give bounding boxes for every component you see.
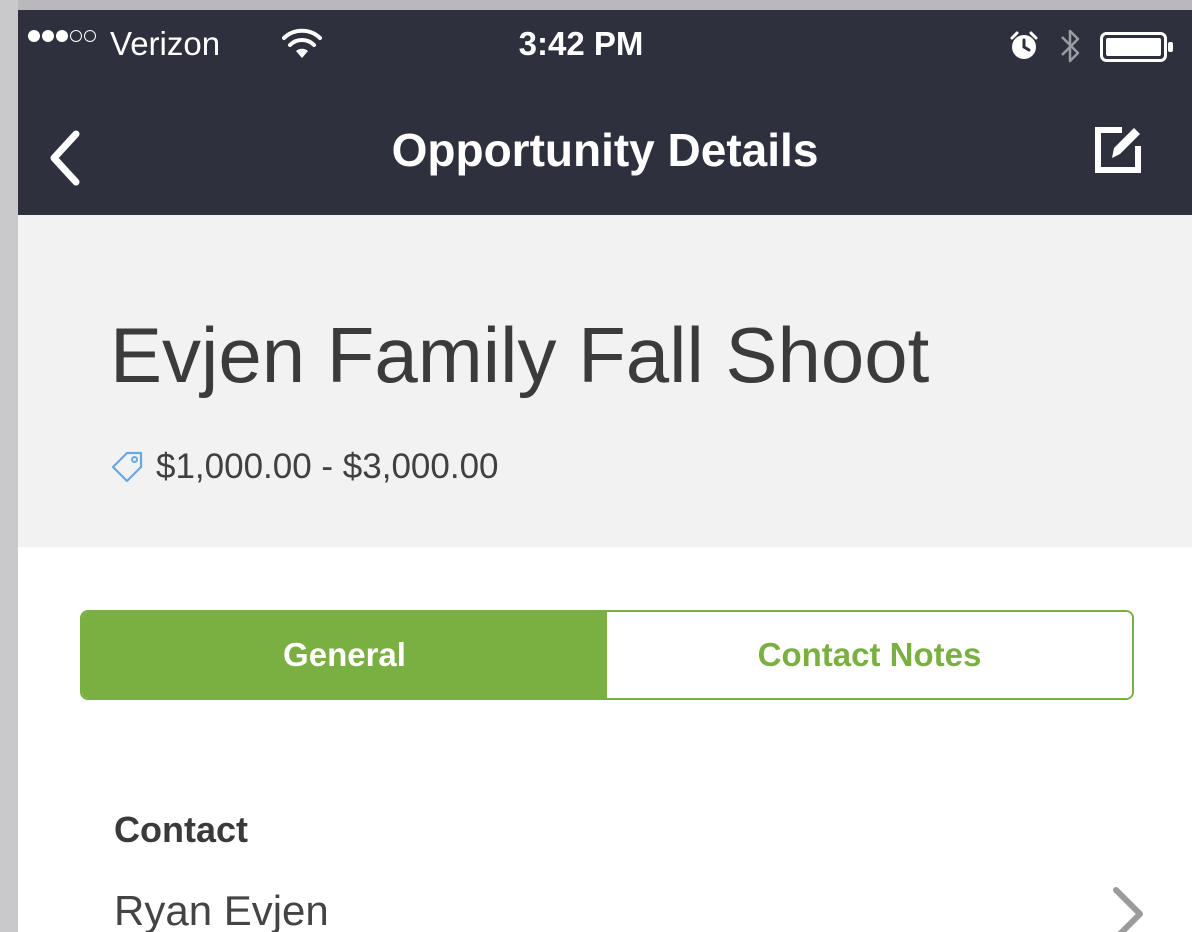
opportunity-header: Evjen Family Fall Shoot $1,000.00 - $3,0… — [18, 215, 1192, 547]
status-time-text: 3:42 PM — [518, 25, 644, 62]
tab-contact-notes[interactable]: Contact Notes — [607, 612, 1132, 698]
chevron-right-icon — [1113, 887, 1143, 932]
edit-icon — [1095, 127, 1141, 173]
opportunity-title: Evjen Family Fall Shoot — [110, 311, 930, 399]
tab-general[interactable]: General — [82, 612, 607, 698]
tag-icon — [111, 451, 143, 483]
page-title-text: Opportunity Details — [391, 124, 819, 176]
status-bar: Verizon 3:42 PM — [18, 10, 1192, 80]
contact-row[interactable]: Ryan Evjen — [18, 872, 1192, 932]
alarm-icon — [1010, 31, 1038, 59]
edit-button[interactable] — [1086, 118, 1150, 182]
price-range-row: $1,000.00 - $3,000.00 — [110, 447, 499, 487]
device-frame-left — [0, 0, 18, 932]
battery-icon — [1100, 32, 1173, 62]
detail-tabs: General Contact Notes — [80, 610, 1134, 700]
contact-name: Ryan Evjen — [114, 887, 329, 932]
navigation-bar: Verizon 3:42 PM Opportunity Details — [18, 10, 1192, 215]
app-screen: Verizon 3:42 PM Opportunity Details Evje… — [18, 10, 1192, 932]
device-frame-top — [0, 0, 1192, 10]
contact-label: Contact — [114, 809, 248, 850]
bluetooth-icon — [1061, 29, 1080, 63]
page-title: Opportunity Details — [18, 122, 1192, 178]
price-range: $1,000.00 - $3,000.00 — [156, 447, 499, 486]
